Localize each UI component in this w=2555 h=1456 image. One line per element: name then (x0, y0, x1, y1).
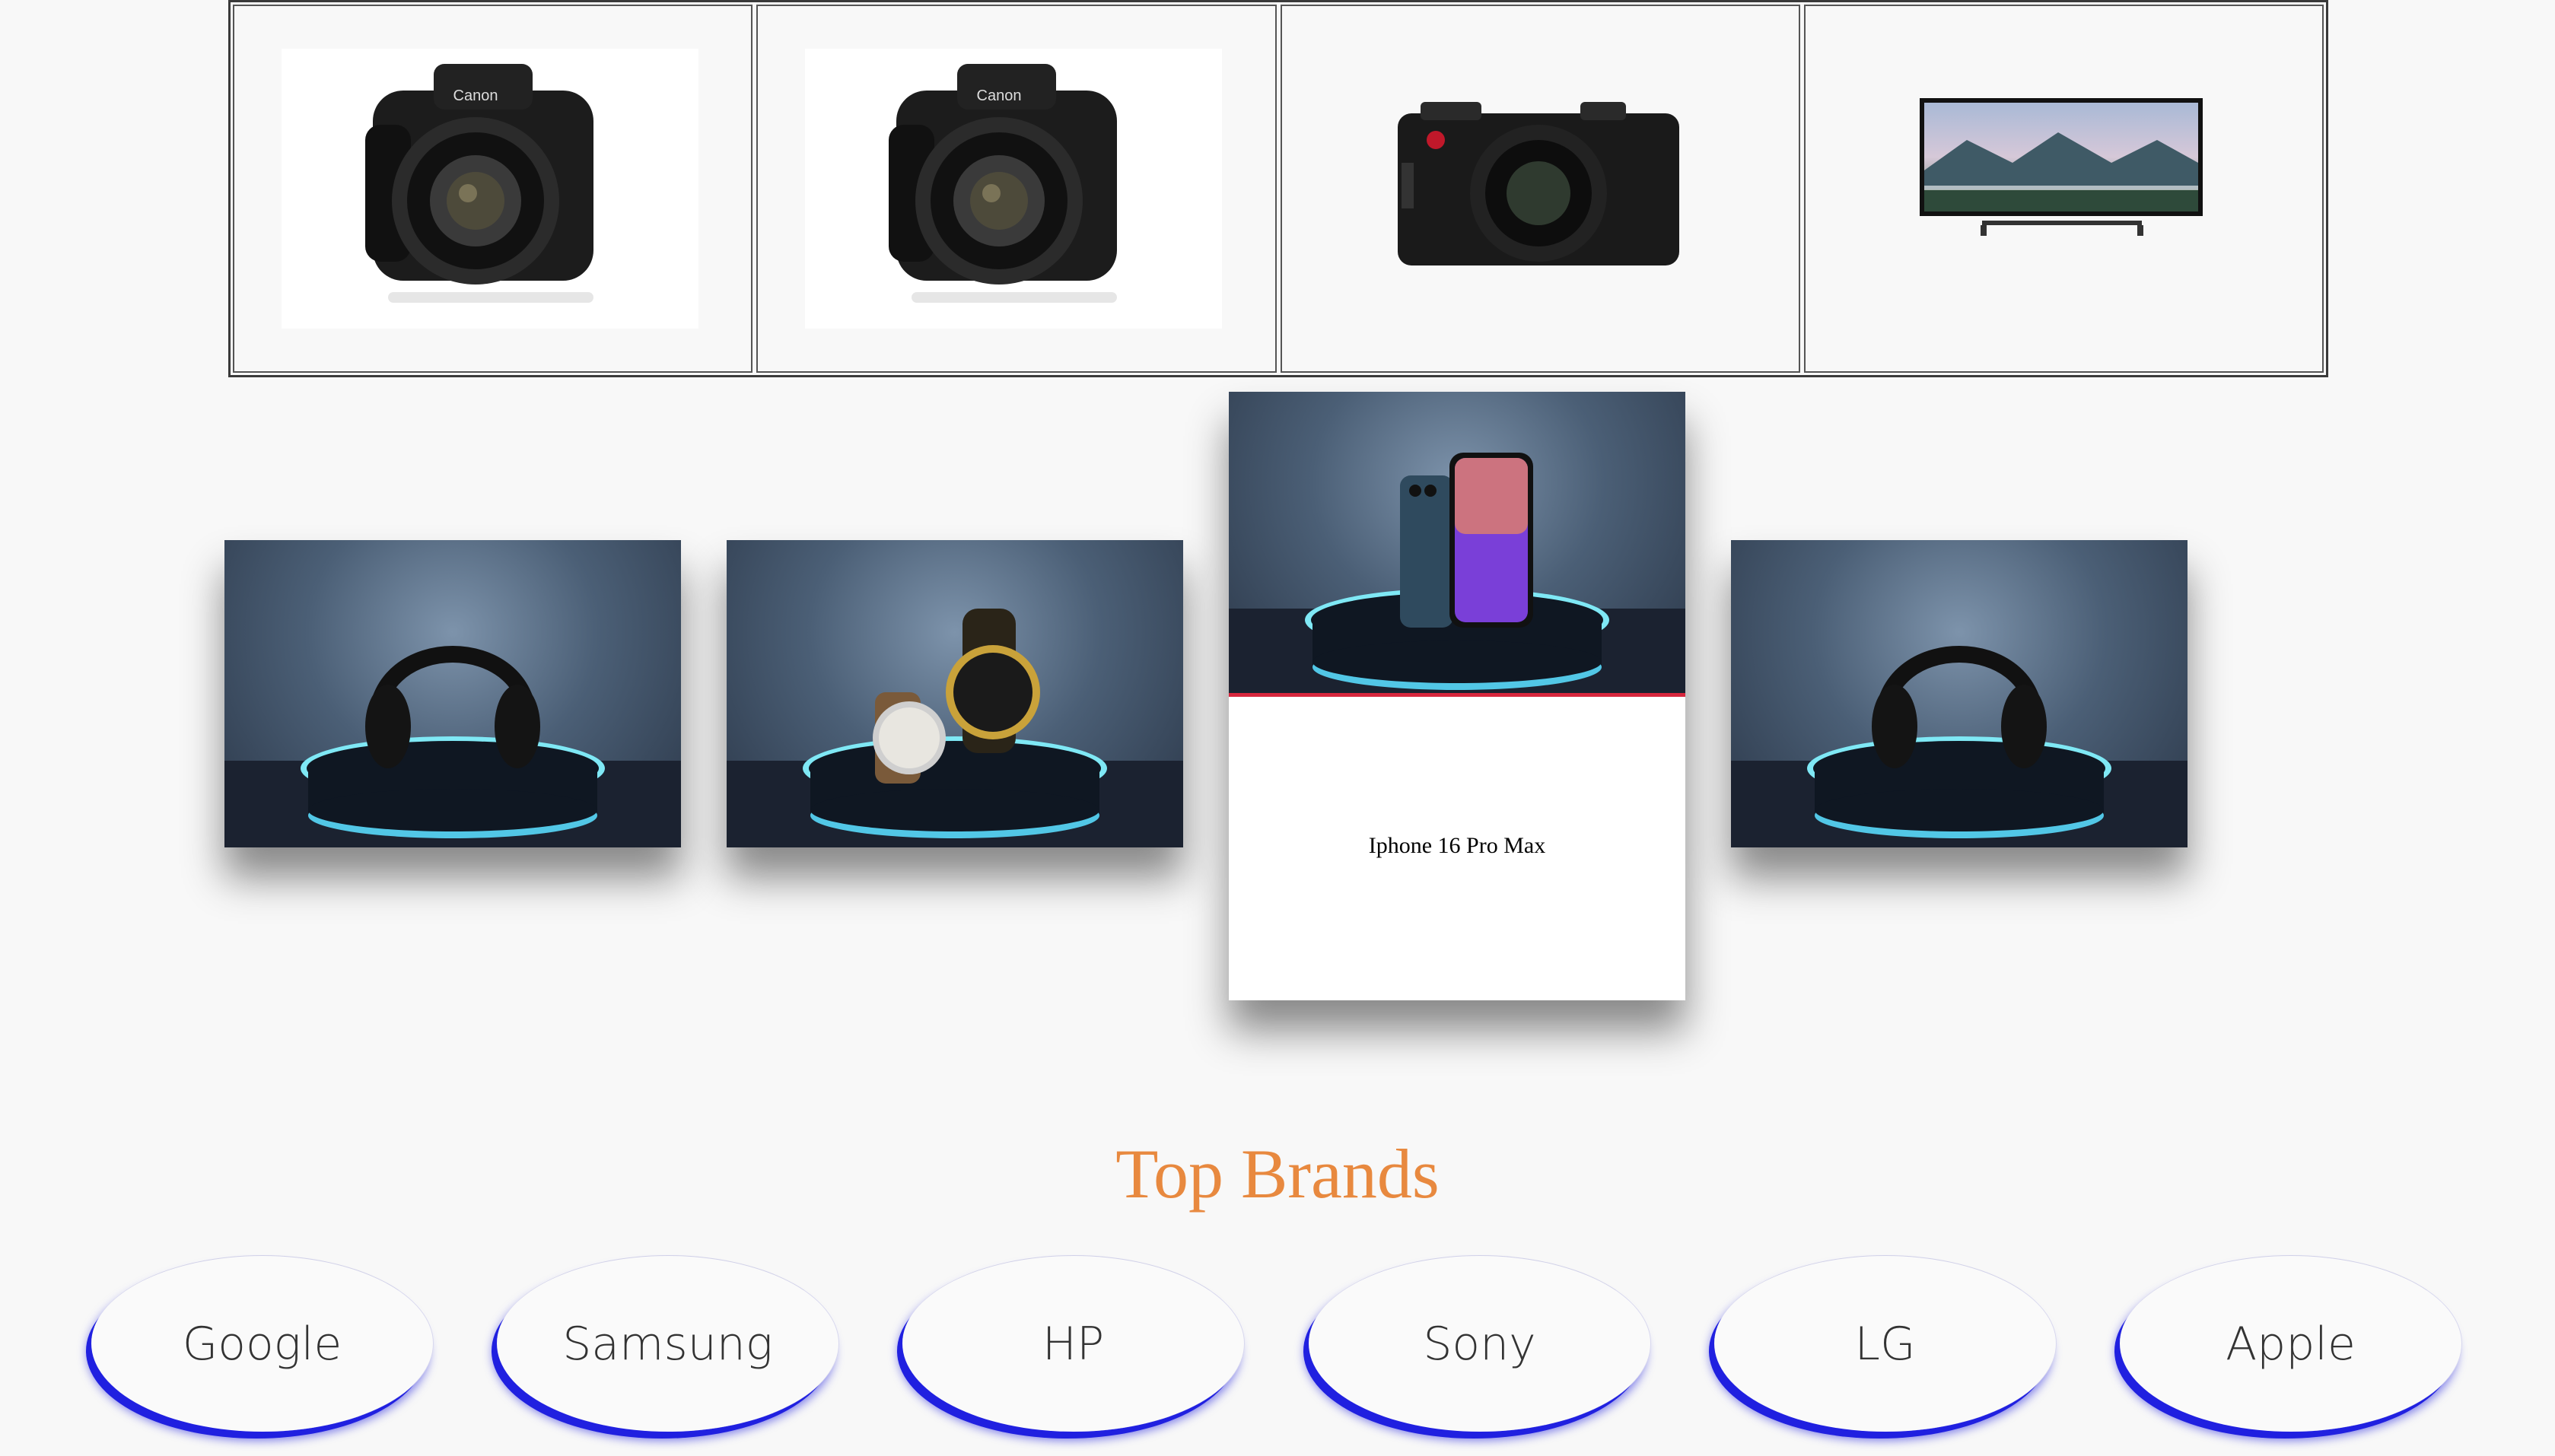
canon-camera-image[interactable]: Canon (805, 49, 1223, 329)
canon-camera-image[interactable]: Canon (282, 49, 698, 329)
brand-hp[interactable]: HP (902, 1255, 1245, 1432)
carousel-slide-active[interactable]: Iphone 16 Pro Max (1229, 392, 1685, 1000)
carousel-slide-headphones[interactable] (224, 540, 681, 847)
slide-caption: Iphone 16 Pro Max (1368, 833, 1546, 858)
iphone-image (1229, 392, 1685, 697)
tv-image[interactable] (1853, 49, 2270, 329)
brand-lg[interactable]: LG (1714, 1255, 2057, 1432)
top-brands-heading: Top Brands (1115, 1135, 1440, 1213)
carousel-slide-headphones-2[interactable] (1731, 540, 2188, 847)
brand-google[interactable]: Google (91, 1255, 434, 1432)
leica-camera-image[interactable] (1329, 49, 1746, 329)
svg-text:Canon: Canon (977, 87, 1022, 104)
product-cell-leica[interactable] (1280, 5, 1800, 373)
product-cell-camera-2[interactable]: Canon (756, 5, 1277, 373)
product-cell-tv[interactable] (1803, 5, 2324, 373)
product-table: Canon Canon (228, 0, 2328, 377)
brand-samsung[interactable]: Samsung (497, 1255, 839, 1432)
svg-text:Canon: Canon (453, 87, 498, 104)
brands-row: Google Samsung HP Sony LG Apple (0, 1255, 2555, 1438)
brand-apple[interactable]: Apple (2120, 1255, 2462, 1432)
carousel-slide-watches[interactable] (727, 540, 1183, 847)
product-carousel: Iphone 16 Pro Max (0, 380, 2555, 1065)
brand-sony[interactable]: Sony (1309, 1255, 1651, 1432)
product-cell-camera-1[interactable]: Canon (233, 5, 753, 373)
